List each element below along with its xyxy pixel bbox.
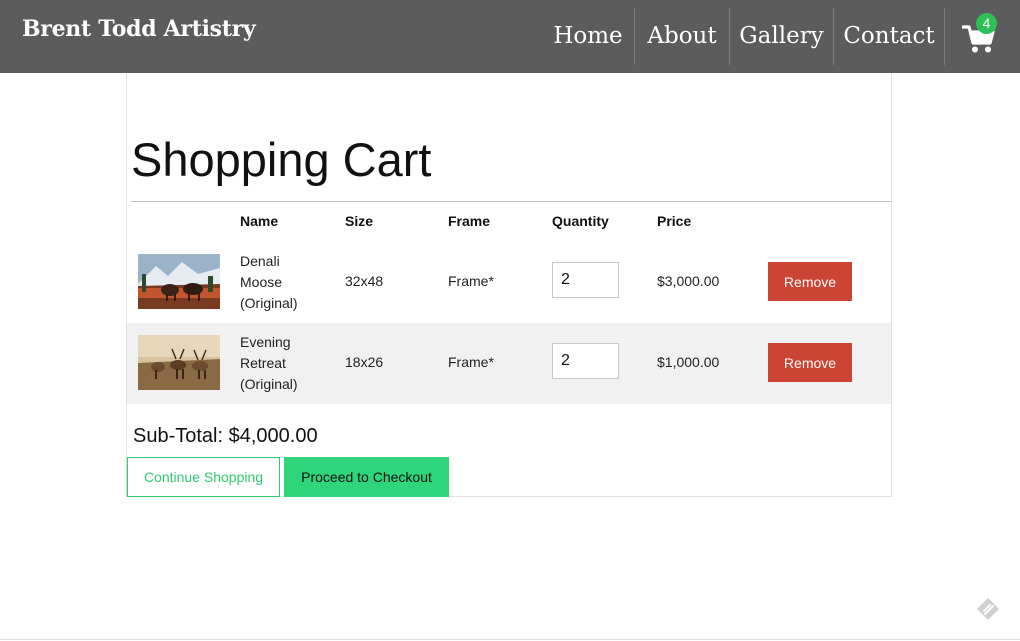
title-divider <box>131 201 891 202</box>
elk-painting-thumbnail <box>138 335 220 390</box>
item-size: 32x48 <box>345 273 384 289</box>
nav-contact[interactable]: Contact <box>842 8 936 65</box>
remove-button[interactable]: Remove <box>768 262 852 301</box>
quantity-input[interactable] <box>552 262 619 298</box>
nav-divider <box>944 8 945 65</box>
column-header-size: Size <box>345 213 374 229</box>
nav-home[interactable]: Home <box>549 8 627 65</box>
brand-logo[interactable]: Brent Todd Artistry <box>22 16 256 42</box>
item-price: $1,000.00 <box>657 354 720 370</box>
item-size: 18x26 <box>345 354 384 370</box>
cart-container: Shopping Cart Name Size Frame Quantity P… <box>126 73 892 497</box>
item-frame: Frame* <box>448 354 494 370</box>
item-name: Denali Moose (Original) <box>240 253 298 311</box>
subtotal: Sub-Total: $4,000.00 <box>133 425 318 447</box>
column-header-price: Price <box>657 213 692 229</box>
quantity-input[interactable] <box>552 343 619 379</box>
nav-divider <box>634 8 635 65</box>
table-row: Denali Moose (Original) 32x48 Frame* $3,… <box>127 242 891 323</box>
cart-count-badge: 4 <box>976 13 997 34</box>
checkout-button[interactable]: Proceed to Checkout <box>284 457 449 497</box>
nav-divider <box>833 8 834 65</box>
column-header-frame: Frame <box>448 213 491 229</box>
page-bottom-divider <box>0 639 1020 640</box>
nav-about[interactable]: About <box>643 8 721 65</box>
feedback-icon[interactable] <box>975 596 1001 622</box>
item-name: Evening Retreat (Original) <box>240 334 298 392</box>
nav-divider <box>729 8 730 65</box>
remove-button[interactable]: Remove <box>768 343 852 382</box>
item-price: $3,000.00 <box>657 273 720 289</box>
column-header-quantity: Quantity <box>552 213 609 229</box>
column-header-name: Name <box>240 213 279 229</box>
table-row: Evening Retreat (Original) 18x26 Frame* … <box>127 323 891 404</box>
continue-shopping-button[interactable]: Continue Shopping <box>127 457 280 497</box>
top-navbar: Brent Todd Artistry Home About Gallery C… <box>0 0 1020 73</box>
nav-gallery[interactable]: Gallery <box>737 8 826 65</box>
moose-painting-thumbnail <box>138 254 220 309</box>
item-frame: Frame* <box>448 273 494 289</box>
page-title: Shopping Cart <box>131 133 432 186</box>
